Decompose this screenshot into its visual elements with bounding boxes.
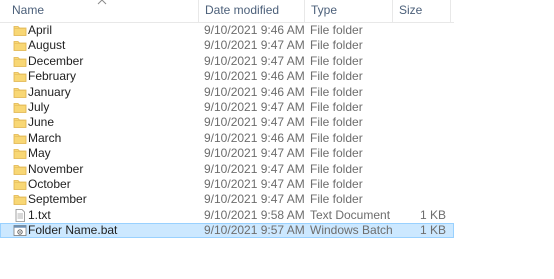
- file-size: 1 KB: [419, 207, 446, 222]
- file-date-modified: 9/10/2021 9:47 AM: [204, 53, 304, 68]
- file-name[interactable]: August: [28, 38, 198, 53]
- file-size: [396, 162, 446, 177]
- file-type: File folder: [310, 161, 363, 176]
- file-size: [396, 85, 446, 100]
- sort-ascending-icon: [97, 0, 107, 5]
- file-date-modified: 9/10/2021 9:47 AM: [204, 99, 304, 114]
- folder-icon: [13, 69, 27, 84]
- file-row[interactable]: March 9/10/2021 9:46 AM File folder: [0, 131, 454, 146]
- file-name[interactable]: October: [28, 177, 198, 192]
- file-size: [396, 38, 446, 53]
- file-date-modified: 9/10/2021 9:47 AM: [204, 176, 304, 191]
- file-name[interactable]: July: [28, 100, 198, 115]
- file-name[interactable]: February: [28, 69, 198, 84]
- file-type: File folder: [310, 53, 363, 68]
- file-name[interactable]: December: [28, 54, 198, 69]
- file-type: File folder: [310, 23, 363, 37]
- folder-icon: [13, 192, 27, 207]
- file-type: File folder: [310, 192, 363, 207]
- file-name[interactable]: September: [28, 192, 198, 207]
- file-date-modified: 9/10/2021 9:47 AM: [204, 115, 304, 130]
- file-name[interactable]: March: [28, 131, 198, 146]
- file-rows: April 9/10/2021 9:46 AM File folder August 9…: [0, 23, 454, 239]
- file-name[interactable]: January: [28, 85, 198, 100]
- file-date-modified: 9/10/2021 9:47 AM: [204, 146, 304, 161]
- file-row[interactable]: November 9/10/2021 9:47 AM File folder: [0, 162, 454, 177]
- file-size: [396, 69, 446, 84]
- file-type: File folder: [310, 38, 363, 53]
- file-list-view: Name Date modified Type Size April 9/10/2…: [0, 0, 554, 279]
- file-row[interactable]: January 9/10/2021 9:46 AM File folder: [0, 85, 454, 100]
- column-header-size[interactable]: Size: [393, 0, 451, 22]
- column-header-type[interactable]: Type: [305, 0, 393, 22]
- file-type: File folder: [310, 84, 363, 99]
- file-type: File folder: [310, 69, 363, 84]
- file-type: File folder: [310, 115, 363, 130]
- batch-file-icon: [13, 223, 27, 238]
- file-row[interactable]: August 9/10/2021 9:47 AM File folder: [0, 38, 454, 53]
- column-header-date-label: Date modified: [205, 3, 280, 17]
- file-name[interactable]: May: [28, 146, 198, 161]
- folder-icon: [13, 115, 27, 130]
- file-date-modified: 9/10/2021 9:47 AM: [204, 192, 304, 207]
- file-date-modified: 9/10/2021 9:58 AM: [204, 207, 304, 222]
- folder-icon: [13, 146, 27, 161]
- file-row[interactable]: October 9/10/2021 9:47 AM File folder: [0, 177, 454, 192]
- file-type: File folder: [310, 130, 363, 145]
- column-header-date-modified[interactable]: Date modified: [199, 0, 305, 22]
- file-name[interactable]: April: [28, 23, 198, 38]
- file-row[interactable]: July 9/10/2021 9:47 AM File folder: [0, 100, 454, 115]
- file-name[interactable]: June: [28, 115, 198, 130]
- file-type: File folder: [310, 146, 363, 161]
- folder-icon: [13, 38, 27, 53]
- folder-icon: [13, 85, 27, 100]
- column-header-type-label: Type: [311, 3, 338, 17]
- file-date-modified: 9/10/2021 9:46 AM: [204, 69, 304, 84]
- column-header-size-label: Size: [399, 3, 423, 17]
- file-name[interactable]: 1.txt: [28, 208, 198, 223]
- file-size: [396, 115, 446, 130]
- file-row[interactable]: December 9/10/2021 9:47 AM File folder: [0, 54, 454, 69]
- file-row[interactable]: May 9/10/2021 9:47 AM File folder: [0, 146, 454, 161]
- file-date-modified: 9/10/2021 9:46 AM: [204, 23, 304, 37]
- file-type: File folder: [310, 99, 363, 114]
- folder-icon: [13, 100, 27, 115]
- column-header-name-label: Name: [12, 3, 45, 17]
- file-size: [396, 100, 446, 115]
- folder-icon: [13, 54, 27, 69]
- file-size: [396, 131, 446, 146]
- folder-icon: [13, 162, 27, 177]
- file-row[interactable]: April 9/10/2021 9:46 AM File folder: [0, 23, 454, 38]
- file-type: Windows Batch File: [310, 223, 392, 238]
- file-date-modified: 9/10/2021 9:46 AM: [204, 130, 304, 145]
- text-file-icon: [13, 208, 27, 223]
- file-name[interactable]: November: [28, 162, 198, 177]
- file-name[interactable]: Folder Name.bat: [28, 223, 198, 238]
- file-size: [396, 192, 446, 207]
- file-size: [396, 177, 446, 192]
- file-type: Text Document: [310, 207, 391, 222]
- file-row[interactable]: June 9/10/2021 9:47 AM File folder: [0, 115, 454, 130]
- file-date-modified: 9/10/2021 9:46 AM: [204, 84, 304, 99]
- file-row[interactable]: September 9/10/2021 9:47 AM File folder: [0, 192, 454, 207]
- file-date-modified: 9/10/2021 9:47 AM: [204, 38, 304, 53]
- file-type: File folder: [310, 176, 363, 191]
- column-header-bar: Name Date modified Type Size: [0, 0, 454, 23]
- folder-icon: [13, 177, 27, 192]
- file-size: [396, 146, 446, 161]
- file-row[interactable]: Folder Name.bat 9/10/2021 9:57 AM Windows …: [0, 223, 454, 239]
- folder-icon: [13, 131, 27, 146]
- file-date-modified: 9/10/2021 9:57 AM: [204, 223, 304, 238]
- file-size: [396, 23, 446, 38]
- file-row[interactable]: February 9/10/2021 9:46 AM File folder: [0, 69, 454, 84]
- folder-icon: [13, 23, 27, 38]
- file-size: 1 KB: [419, 223, 446, 238]
- file-size: [396, 54, 446, 69]
- file-date-modified: 9/10/2021 9:47 AM: [204, 161, 304, 176]
- file-row[interactable]: 1.txt 9/10/2021 9:58 AM Text Document 1 KB: [0, 208, 454, 223]
